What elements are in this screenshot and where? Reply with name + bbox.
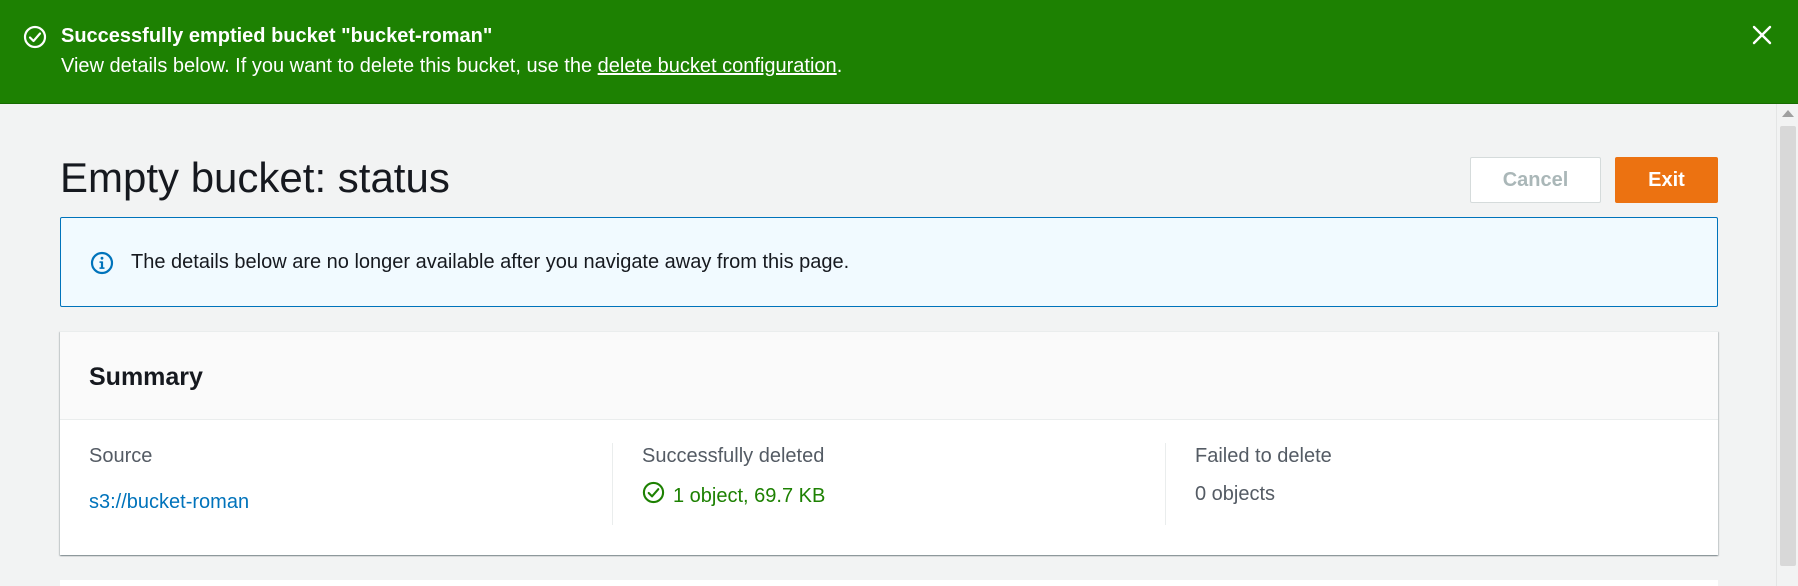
summary-header: Summary bbox=[60, 332, 1718, 420]
info-alert-text: The details below are no longer availabl… bbox=[131, 251, 850, 273]
successfully-deleted-text: 1 object, 69.7 KB bbox=[673, 485, 826, 507]
cancel-button[interactable]: Cancel bbox=[1470, 157, 1601, 203]
info-alert: The details below are no longer availabl… bbox=[60, 217, 1718, 307]
source-bucket-link[interactable]: s3://bucket-roman bbox=[89, 491, 249, 513]
failed-to-delete-label: Failed to delete bbox=[1195, 445, 1332, 467]
successfully-deleted-label: Successfully deleted bbox=[642, 445, 825, 467]
source-label: Source bbox=[89, 445, 153, 467]
close-icon[interactable] bbox=[1749, 22, 1775, 48]
scrollbar-thumb[interactable] bbox=[1780, 126, 1796, 566]
flash-message-suffix: . bbox=[836, 55, 843, 77]
next-section-edge bbox=[60, 580, 1718, 586]
check-circle-icon bbox=[642, 481, 673, 511]
flash-title: Successfully emptied bucket "bucket-roma… bbox=[61, 25, 493, 47]
check-circle-icon bbox=[23, 25, 47, 49]
summary-container: Summary Source s3://bucket-roman Success… bbox=[60, 331, 1718, 555]
source-value: s3://bucket-roman bbox=[89, 489, 249, 515]
summary-title: Summary bbox=[89, 363, 203, 391]
exit-button[interactable]: Exit bbox=[1615, 157, 1718, 203]
failed-to-delete-value: 0 objects bbox=[1195, 483, 1276, 505]
flash-message: View details below. If you want to delet… bbox=[61, 53, 842, 79]
summary-column-deleted: Successfully deleted 1 object, 69.7 KB bbox=[613, 443, 1166, 525]
successfully-deleted-value: 1 object, 69.7 KB bbox=[642, 481, 825, 511]
scroll-up-arrow-icon[interactable] bbox=[1782, 110, 1794, 117]
success-flash-banner: Successfully emptied bucket "bucket-roma… bbox=[0, 0, 1798, 104]
summary-column-source: Source s3://bucket-roman bbox=[60, 443, 613, 525]
flash-message-prefix: View details below. If you want to delet… bbox=[61, 55, 598, 77]
summary-column-failed: Failed to delete 0 objects bbox=[1166, 443, 1718, 525]
vertical-scrollbar[interactable] bbox=[1776, 104, 1798, 586]
delete-bucket-configuration-link[interactable]: delete bucket configuration bbox=[598, 55, 837, 77]
info-icon bbox=[90, 251, 114, 275]
page-title: Empty bucket: status bbox=[60, 154, 450, 201]
